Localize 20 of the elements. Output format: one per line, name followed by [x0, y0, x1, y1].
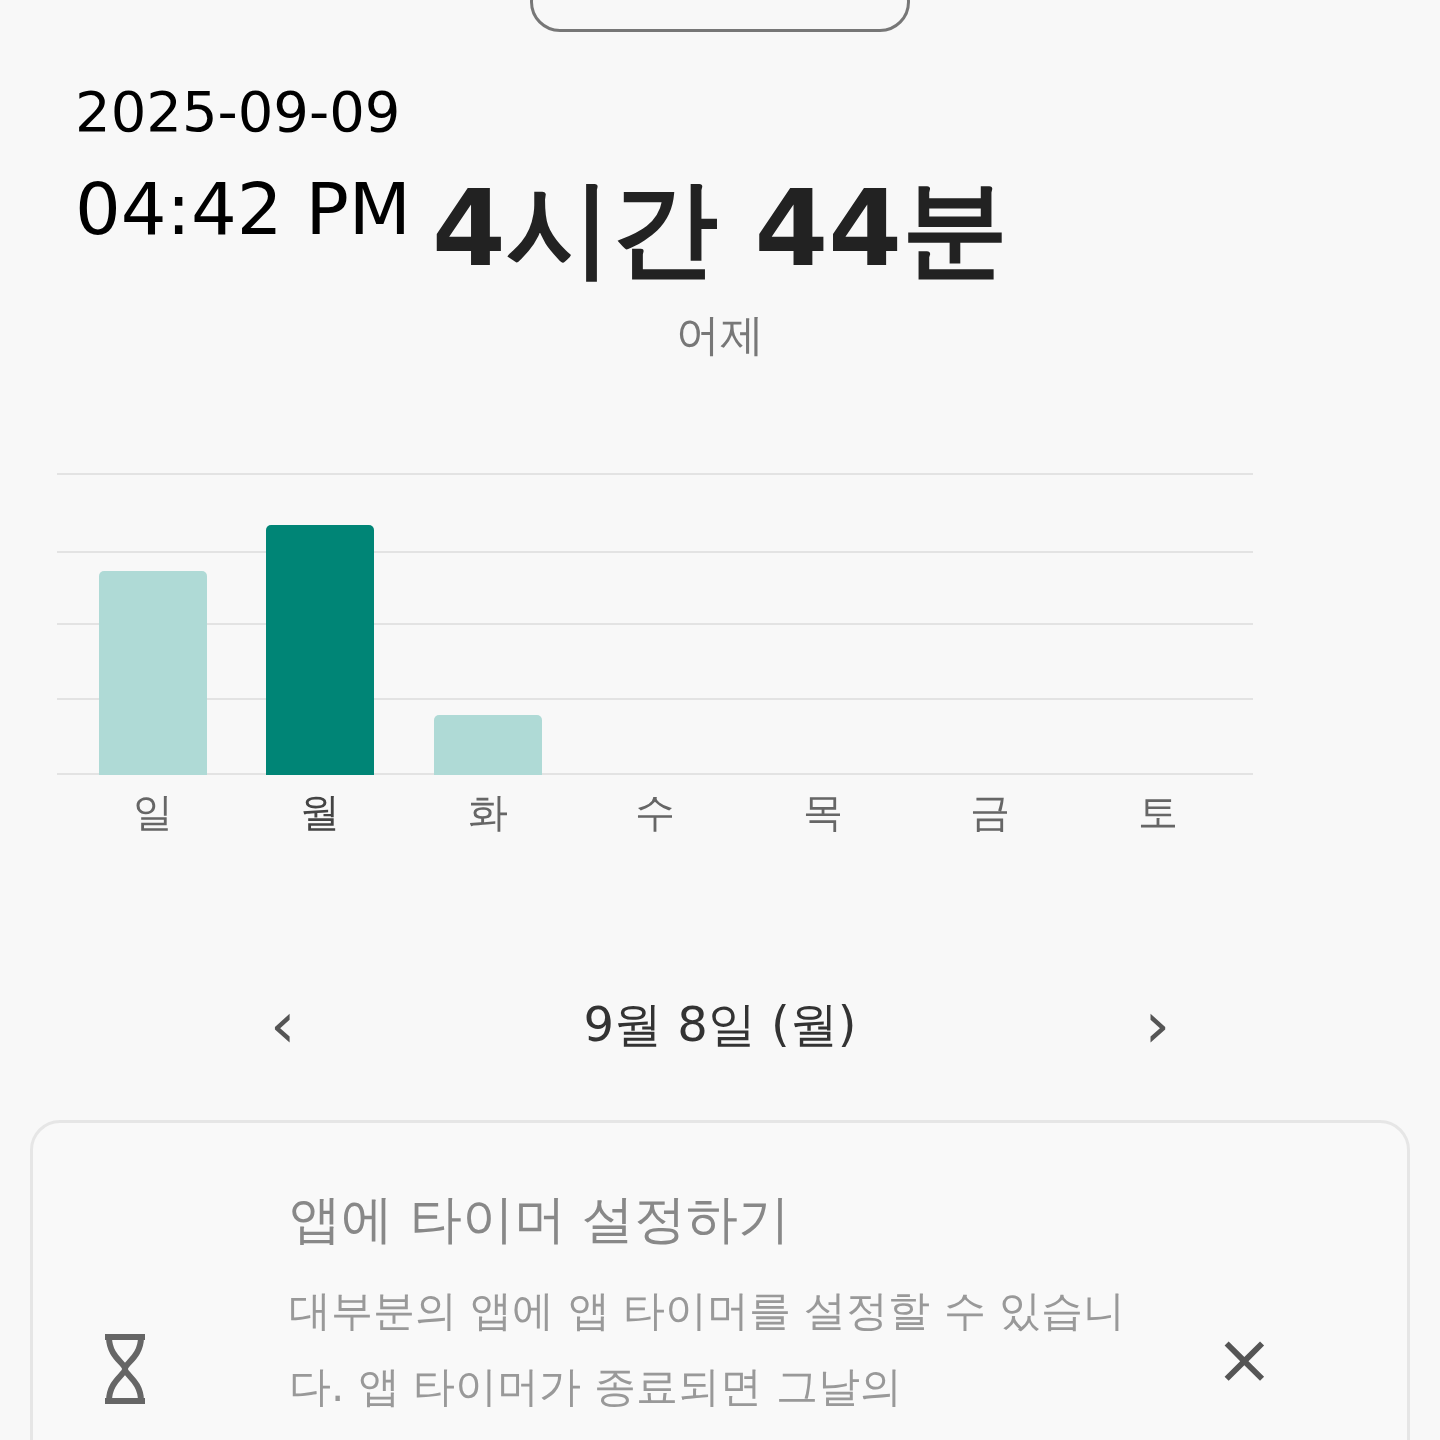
day-label[interactable]: 수 — [635, 785, 676, 840]
close-button[interactable]: × — [1209, 1323, 1280, 1395]
card-text: 대부분의 앱에 앱 타이머를 설정할 수 있습니다. 앱 타이머가 종료되면 그날의 — [289, 1285, 1127, 1413]
day-label[interactable]: 목 — [802, 785, 843, 840]
day-label[interactable]: 토 — [1137, 785, 1178, 840]
next-button[interactable]: › — [1134, 990, 1180, 1060]
stamp-date: 2025-09-09 — [75, 80, 402, 144]
day-label[interactable]: 화 — [467, 785, 508, 840]
card-title: 앱에 타이머 설정하기 — [289, 1188, 792, 1251]
stamp-time: 04:42 PM — [75, 168, 411, 250]
day-label: 어제 — [676, 308, 764, 362]
usage-bar[interactable] — [98, 571, 207, 775]
selected-date: 9월 8일 (월) — [583, 995, 857, 1054]
day-label[interactable]: 금 — [970, 785, 1011, 840]
previous-button[interactable]: ‹ — [260, 990, 306, 1060]
day-label[interactable]: 월 — [300, 785, 341, 840]
total-time: 4시간 44분 — [431, 166, 1009, 292]
usage-bar[interactable] — [266, 525, 375, 775]
usage-bar[interactable] — [433, 715, 542, 775]
day-label[interactable]: 일 — [132, 785, 173, 840]
